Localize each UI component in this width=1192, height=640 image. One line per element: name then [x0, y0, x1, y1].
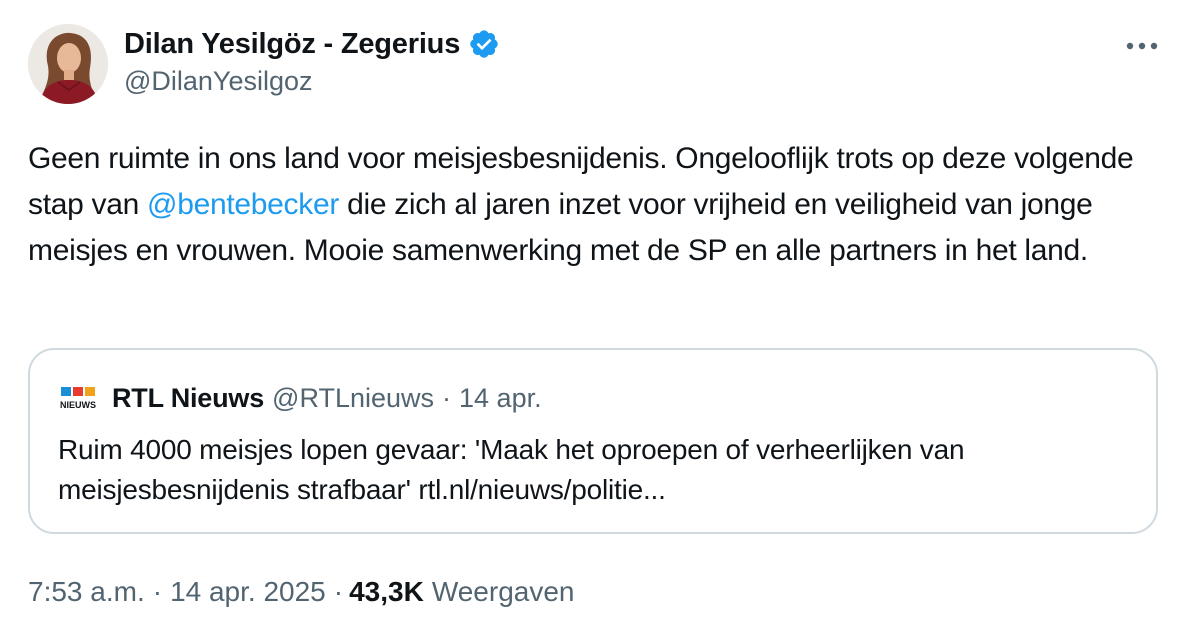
footer-separator: · [152, 576, 163, 607]
tweet-time[interactable]: 7:53 a.m. [28, 576, 145, 608]
views-count: 43,3K [349, 576, 424, 607]
logo-text: NIEUWS [60, 400, 96, 410]
tweet-footer: 7:53 a.m. · 14 apr. 2025 · 43,3K Weergav… [28, 570, 575, 614]
author-handle[interactable]: @DilanYesilgoz [124, 66, 313, 97]
avatar[interactable] [28, 24, 108, 104]
tweet-card: Dilan Yesilgöz - Zegerius @DilanYesilgoz… [0, 0, 1192, 640]
quoted-author-handle: @RTLnieuws [272, 382, 435, 413]
tweet-date[interactable]: 14 apr. 2025 [170, 576, 326, 608]
author-name[interactable]: Dilan Yesilgöz - Zegerius [124, 28, 460, 61]
tweet-text: Geen ruimte in ons land voor meisjesbesn… [28, 136, 1168, 274]
quoted-tweet-text: Ruim 4000 meisjes lopen gevaar: 'Maak he… [58, 434, 965, 505]
mention-link[interactable]: @bentebecker [147, 188, 339, 221]
quoted-tweet[interactable]: NIEUWS RTL Nieuws @RTLnieuws · 14 apr. R… [28, 348, 1158, 534]
footer-separator: · [333, 576, 344, 607]
more-options-icon[interactable] [1122, 34, 1162, 58]
quoted-date: 14 apr. [459, 382, 542, 413]
views-label: Weergaven [431, 576, 575, 607]
quoted-author-name: RTL Nieuws [112, 382, 265, 413]
verified-badge-icon [470, 30, 498, 58]
quoted-separator: · [442, 382, 452, 413]
rtl-nieuws-logo: NIEUWS [60, 387, 96, 410]
quoted-tweet-header: NIEUWS RTL Nieuws @RTLnieuws · 14 apr. [58, 378, 542, 418]
author-name-row: Dilan Yesilgöz - Zegerius [124, 24, 500, 64]
